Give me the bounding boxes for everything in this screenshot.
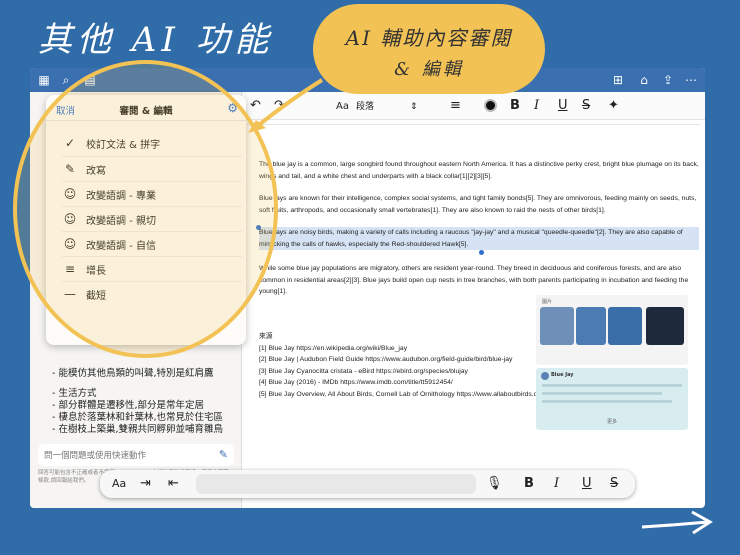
bird-photo[interactable] xyxy=(646,307,684,345)
italic-button[interactable]: I xyxy=(554,476,559,492)
note-line: - 棲息於落葉林和針葉林,也常見於住宅區 xyxy=(52,412,223,423)
outdent-icon[interactable]: ⇤ xyxy=(168,476,179,492)
next-arrowhead xyxy=(691,510,713,535)
bold-button[interactable]: B xyxy=(510,97,520,115)
info-line xyxy=(542,392,662,395)
doc-paragraph: While some blue jay populations are migr… xyxy=(259,265,689,295)
avatar xyxy=(541,372,549,380)
image-card-label: 圖片 xyxy=(542,299,553,305)
bird-photo[interactable] xyxy=(540,307,574,345)
info-line xyxy=(542,400,672,403)
ask-input[interactable]: 問一個問題或使用快速動作 ✎ xyxy=(38,444,234,466)
strikethrough-button[interactable]: S xyxy=(610,476,618,492)
selection-handle-end[interactable] xyxy=(479,250,484,255)
ask-input-placeholder: 問一個問題或使用快速動作 xyxy=(44,451,147,461)
underline-button[interactable]: U xyxy=(582,476,592,492)
format-toolbar: ↶ ↷ Aa 段落 ⇕ ≡ B I U S ✦ xyxy=(242,92,705,120)
share-icon[interactable]: ⇪ xyxy=(660,72,676,88)
next-arrow-icon[interactable] xyxy=(641,520,709,529)
new-page-icon[interactable]: ⊞ xyxy=(610,72,626,88)
bold-button[interactable]: B xyxy=(524,476,534,492)
note-line: - 生活方式 xyxy=(52,388,97,399)
note-line: - 部分群體是遷移性,部分是常年定居 xyxy=(52,400,204,411)
highlight-circle xyxy=(13,60,278,358)
bird-photo[interactable] xyxy=(608,307,642,345)
redo-icon[interactable]: ↷ xyxy=(274,97,285,115)
info-card-title: Blue Jay xyxy=(551,372,574,378)
italic-button[interactable]: I xyxy=(534,97,539,115)
input-field[interactable] xyxy=(196,474,476,494)
more-icon[interactable]: ⋯ xyxy=(683,72,699,88)
text-style-icon[interactable]: Aa xyxy=(336,98,349,116)
info-line xyxy=(542,384,682,387)
callout-line-2: & 編輯 xyxy=(394,59,464,80)
indent-icon[interactable]: ⇥ xyxy=(140,476,151,492)
document-page[interactable]: The blue jay is a common, large songbird… xyxy=(245,124,700,478)
bottom-format-bar: Aa ⇥ ⇤ 🎙 B I U S xyxy=(100,470,635,498)
bird-photo[interactable] xyxy=(576,307,606,345)
image-results-card[interactable]: 圖片 xyxy=(536,295,688,365)
bookmark-icon[interactable]: ⌂ xyxy=(636,72,652,88)
selected-paragraph[interactable]: Blue jays are noisy birds, making a vari… xyxy=(259,227,699,250)
ai-sparkle-icon[interactable]: ✦ xyxy=(608,97,619,115)
doc-paragraph: Blue jays are known for their intelligen… xyxy=(259,195,697,214)
doc-paragraph: The blue jay is a common, large songbird… xyxy=(259,161,699,180)
strikethrough-button[interactable]: S xyxy=(582,97,590,115)
undo-icon[interactable]: ↶ xyxy=(250,97,261,115)
underline-button[interactable]: U xyxy=(558,97,568,115)
page-separator xyxy=(245,124,700,125)
info-card[interactable]: Blue Jay 更多 xyxy=(536,368,688,430)
grid-icon[interactable]: ▦ xyxy=(36,72,52,88)
align-icon[interactable]: ≡ xyxy=(450,97,461,115)
page-title: 其他 AI 功能 xyxy=(38,20,274,60)
text-color-swatch[interactable] xyxy=(484,99,497,112)
note-line: - 在樹枝上築巢,雙親共同孵卵並哺育雛鳥 xyxy=(52,424,223,435)
paragraph-style-select[interactable]: 段落 xyxy=(356,98,374,116)
info-card-more[interactable]: 更多 xyxy=(536,418,688,425)
callout-line-1: AI 輔助內容審閱 xyxy=(345,26,513,50)
magic-wand-icon[interactable]: ✎ xyxy=(219,448,228,461)
summary-notes: - 能模仿其他鳥類的叫聲,特別是紅肩鷹 - 生活方式 - 部分群體是遷移性,部分… xyxy=(52,368,223,436)
microphone-icon[interactable]: 🎙 xyxy=(486,476,503,492)
note-line xyxy=(52,380,223,388)
chevron-updown-icon[interactable]: ⇕ xyxy=(410,98,418,116)
note-line: - 能模仿其他鳥類的叫聲,特別是紅肩鷹 xyxy=(52,368,214,379)
text-format-icon[interactable]: Aa xyxy=(112,476,126,492)
callout-bubble: AI 輔助內容審閱 & 編輯 xyxy=(313,4,545,94)
